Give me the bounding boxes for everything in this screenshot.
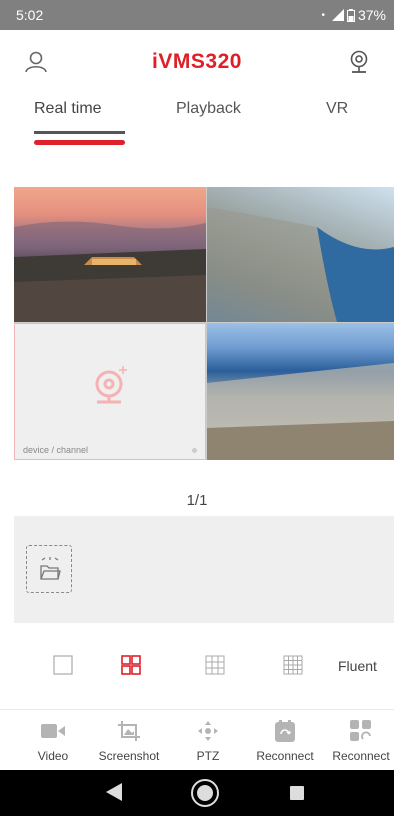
layout-options: Fluent: [0, 645, 394, 685]
stream-quality-fluent[interactable]: Fluent: [338, 658, 377, 674]
open-folder-button[interactable]: [26, 545, 72, 593]
video-cell-empty[interactable]: device / channel: [14, 323, 206, 460]
tab-playback[interactable]: Playback: [176, 100, 241, 118]
video-icon: [41, 724, 65, 738]
screenshot-button[interactable]: Screenshot: [90, 720, 168, 763]
app-header: iVMS320: [0, 30, 394, 90]
video-label: Video: [37, 749, 69, 763]
status-icons: • 37%: [321, 7, 386, 23]
navigation-bar: [0, 770, 394, 816]
video-cell-2[interactable]: [207, 187, 394, 322]
tab-vr[interactable]: VR: [326, 100, 348, 118]
layout-single-icon[interactable]: [53, 655, 73, 680]
layout-9-split-icon[interactable]: [205, 655, 225, 680]
camera-device-icon[interactable]: [348, 50, 370, 79]
folder-icon: [40, 557, 61, 580]
signal-icon: [331, 9, 344, 21]
reconnect-icon: [275, 720, 295, 742]
status-bar: 5:02 • 37%: [0, 0, 394, 30]
video-button[interactable]: Video: [14, 720, 92, 763]
add-device-camera-icon[interactable]: [89, 362, 135, 413]
screenshot-label: Screenshot: [98, 749, 160, 763]
app-title: iVMS320: [152, 50, 242, 73]
status-time: 5:02: [16, 7, 44, 23]
channel-status-dot: [192, 448, 197, 453]
home-icon[interactable]: [190, 778, 220, 813]
tab-bar: Real time Playback VR: [0, 92, 394, 132]
ptz-button[interactable]: PTZ: [169, 720, 247, 763]
video-feed-image: [14, 221, 206, 322]
bottom-toolbar: Video Screenshot PTZ Reconnect Reconnect: [0, 712, 394, 770]
reconnect-all-icon: [350, 720, 371, 741]
tab-active-indicator: [34, 140, 125, 145]
reconnect-button[interactable]: Reconnect: [246, 720, 324, 763]
video-feed-image: [207, 363, 394, 460]
snapshot-area: [14, 516, 394, 623]
layout-16-split-icon[interactable]: [283, 655, 303, 680]
notification-dot-icon: •: [321, 9, 325, 21]
toolbar-divider: [0, 709, 394, 710]
battery-icon: [346, 8, 355, 22]
reconnect-label: Reconnect: [256, 749, 314, 763]
page-indicator: 1/1: [186, 492, 208, 509]
reconnect-all-label: Reconnect: [332, 749, 390, 763]
tab-underline: [34, 131, 125, 134]
recent-apps-icon[interactable]: [290, 786, 304, 805]
screenshot-icon: [118, 721, 140, 741]
ptz-label: PTZ: [196, 749, 220, 763]
reconnect-all-button[interactable]: Reconnect: [322, 720, 394, 763]
ptz-icon: [198, 721, 218, 741]
video-cell-4[interactable]: [207, 323, 394, 460]
battery-percent: 37%: [357, 7, 386, 23]
video-feed-image: [207, 207, 394, 322]
back-icon[interactable]: [106, 783, 122, 806]
layout-4-split-icon[interactable]: [121, 655, 141, 680]
device-channel-label: device / channel: [23, 445, 89, 455]
video-cell-1[interactable]: [14, 187, 206, 322]
video-grid: device / channel: [14, 187, 394, 460]
tab-real-time[interactable]: Real time: [34, 100, 102, 118]
